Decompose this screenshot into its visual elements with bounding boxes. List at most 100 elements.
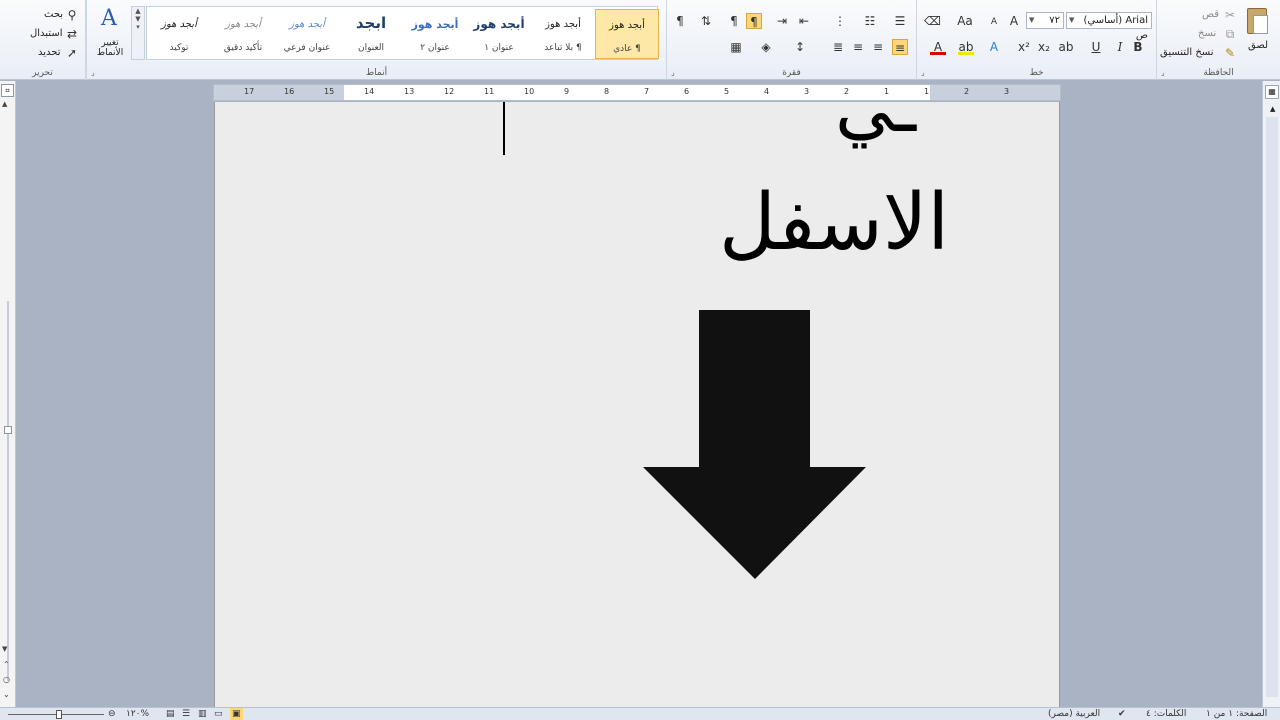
ruler-number: 1 [924, 87, 930, 96]
ruler-number: 14 [364, 87, 375, 96]
select-button[interactable]: تحديد [38, 47, 61, 58]
style-heading-1[interactable]: أبجد هوز عنوان ١ [467, 9, 531, 59]
ruler-number: 8 [604, 87, 610, 96]
change-case-icon[interactable]: Aa [954, 13, 976, 29]
view-outline-icon[interactable]: ☰ [182, 708, 190, 720]
multilevel-list-icon[interactable]: ⋮ [832, 13, 848, 29]
scroll-up-icon[interactable]: ▲ [1270, 105, 1275, 113]
scroll-up-icon[interactable]: ▲ [2, 100, 7, 108]
justify-icon[interactable]: ≣ [830, 39, 846, 55]
scroll-down-icon[interactable]: ▼ [2, 645, 7, 653]
view-draft-icon[interactable]: ▤ [166, 708, 175, 720]
prev-page-icon[interactable]: ⌃ [3, 660, 10, 669]
superscript-icon[interactable]: x² [1016, 39, 1032, 55]
font-group-label: خط [1029, 68, 1044, 78]
underline-button[interactable]: U [1088, 39, 1104, 55]
cursor-icon: ➚ [66, 46, 78, 60]
view-ruler-icon[interactable]: ▦ [1265, 85, 1279, 99]
gallery-scroll[interactable]: ▲ ▼ ▾ [131, 6, 145, 60]
text-effects-icon[interactable]: A [986, 39, 1002, 55]
vertical-ruler: ⌗ [0, 81, 16, 707]
shading-icon[interactable]: ◈ [758, 39, 774, 55]
align-left-icon[interactable]: ≡ [850, 39, 866, 55]
font-size-combo[interactable]: ٧٢ ▼ [1026, 12, 1064, 29]
scissors-icon: ✂ [1224, 8, 1236, 22]
style-emphasis[interactable]: أبجد هوز توكيد [147, 9, 211, 59]
show-formatting-icon[interactable]: ¶ [672, 13, 688, 29]
sort-icon[interactable]: ⇅ [698, 13, 714, 29]
numbering-icon[interactable]: ☷ [862, 13, 878, 29]
binoculars-icon: ⚲ [67, 8, 77, 22]
shrink-font-icon[interactable]: A [986, 14, 1002, 30]
replace-icon: ⇄ [66, 27, 78, 41]
next-page-icon[interactable]: ⌄ [3, 690, 10, 699]
rtl-direction-icon[interactable]: ¶ [746, 13, 762, 29]
chevron-down-icon: ▼ [1069, 16, 1075, 24]
paste-button[interactable]: لصق [1248, 40, 1268, 51]
language-status[interactable]: العربية (مصر) [1048, 708, 1100, 720]
ruler-number: 3 [1004, 87, 1010, 96]
ruler-number: 7 [644, 87, 650, 96]
page-number[interactable]: الصفحة: ١ من ١ [1206, 708, 1267, 720]
cut-button[interactable]: قص [1202, 9, 1219, 20]
document-text-line-1: ـي [835, 64, 917, 148]
subscript-icon[interactable]: x₂ [1036, 39, 1052, 55]
chevron-down-icon: ▼ [1029, 16, 1035, 24]
style-heading-2[interactable]: أبجد هوز عنوان ٢ [403, 9, 467, 59]
zoom-slider-thumb[interactable] [56, 710, 62, 719]
ruler-toggle-icon[interactable]: ⌗ [1, 84, 14, 97]
style-normal[interactable]: أبجد هوز ¶ عادي [595, 9, 659, 59]
horizontal-ruler: 17 16 15 14 13 12 11 10 9 8 7 6 5 4 3 2 1 1 2 3 [213, 84, 1061, 101]
style-title[interactable]: ابجد العنوان [339, 9, 403, 59]
change-styles-icon[interactable]: A [96, 6, 122, 32]
browse-object-icon[interactable]: ○ [3, 675, 10, 684]
ruler-number: 3 [804, 87, 810, 96]
word-count[interactable]: الكلمات: ٤ [1146, 708, 1186, 720]
dialog-launcher-icon[interactable]: ⌟ [91, 68, 95, 77]
dialog-launcher-icon[interactable]: ⌟ [1161, 68, 1165, 77]
document-page[interactable]: ـي الاسفل [214, 64, 1060, 710]
font-color-icon[interactable]: A [930, 39, 946, 55]
zoom-level[interactable]: %١٢٠ [126, 708, 149, 720]
style-no-spacing[interactable]: أبجد هوز ¶ بلا تباعد [531, 9, 595, 59]
strikethrough-icon[interactable]: ab [1058, 39, 1074, 55]
bullets-icon[interactable]: ☰ [892, 13, 908, 29]
align-right-icon[interactable]: ≡ [892, 39, 908, 55]
align-center-icon[interactable]: ≡ [870, 39, 886, 55]
view-reading-icon[interactable]: ▭ [214, 708, 223, 720]
clear-formatting-icon[interactable]: ⌫ [924, 13, 941, 29]
change-styles-button[interactable]: تغيير الأنماط [90, 38, 130, 58]
view-print-icon[interactable]: ▣ [230, 708, 243, 720]
dialog-launcher-icon[interactable]: ⌟ [671, 68, 675, 77]
ruler-number: 12 [444, 87, 455, 96]
font-name-combo[interactable]: Arial (أساسي) ص ▼ [1066, 12, 1152, 41]
view-web-icon[interactable]: ▥ [198, 708, 207, 720]
down-arrow-shape[interactable] [642, 309, 868, 581]
bold-button[interactable]: B [1130, 39, 1146, 55]
decrease-indent-icon[interactable]: ⇤ [796, 13, 812, 29]
vertical-scrollbar[interactable]: ▦ ▲ [1262, 81, 1280, 707]
borders-icon[interactable]: ▦ [728, 39, 744, 55]
line-spacing-icon[interactable]: ↕ [792, 39, 808, 55]
format-painter-button[interactable]: نسخ التنسيق [1160, 47, 1213, 58]
style-subtle-emphasis[interactable]: أبجد هوز تأكيد دقيق [211, 9, 275, 59]
ruler-number: 15 [324, 87, 335, 96]
copy-button[interactable]: نسخ [1198, 28, 1216, 39]
grow-font-icon[interactable]: A [1006, 13, 1022, 29]
zoom-out-icon[interactable]: ⊖ [108, 708, 116, 720]
dialog-launcher-icon[interactable]: ⌟ [921, 68, 925, 77]
ruler-number: 9 [564, 87, 570, 96]
ltr-direction-icon[interactable]: ¶ [726, 13, 742, 29]
ribbon: الحافظة ⌟ لصق قص ✂ نسخ ⧉ نسخ التنسيق ✎ خ… [0, 0, 1280, 80]
style-subtitle[interactable]: أبجد هوز عنوان فرعي [275, 9, 339, 59]
highlight-icon[interactable]: ab [958, 39, 974, 55]
find-button[interactable]: بحث [44, 9, 63, 20]
proofing-icon[interactable]: ✔ [1118, 708, 1126, 720]
italic-button[interactable]: I [1112, 39, 1128, 55]
ruler-number: 6 [684, 87, 690, 96]
increase-indent-icon[interactable]: ⇥ [774, 13, 790, 29]
paste-icon[interactable] [1244, 6, 1270, 36]
document-text-line-2: الاسفل [719, 178, 950, 268]
replace-button[interactable]: استبدال [30, 28, 63, 39]
ruler-number: 13 [404, 87, 415, 96]
